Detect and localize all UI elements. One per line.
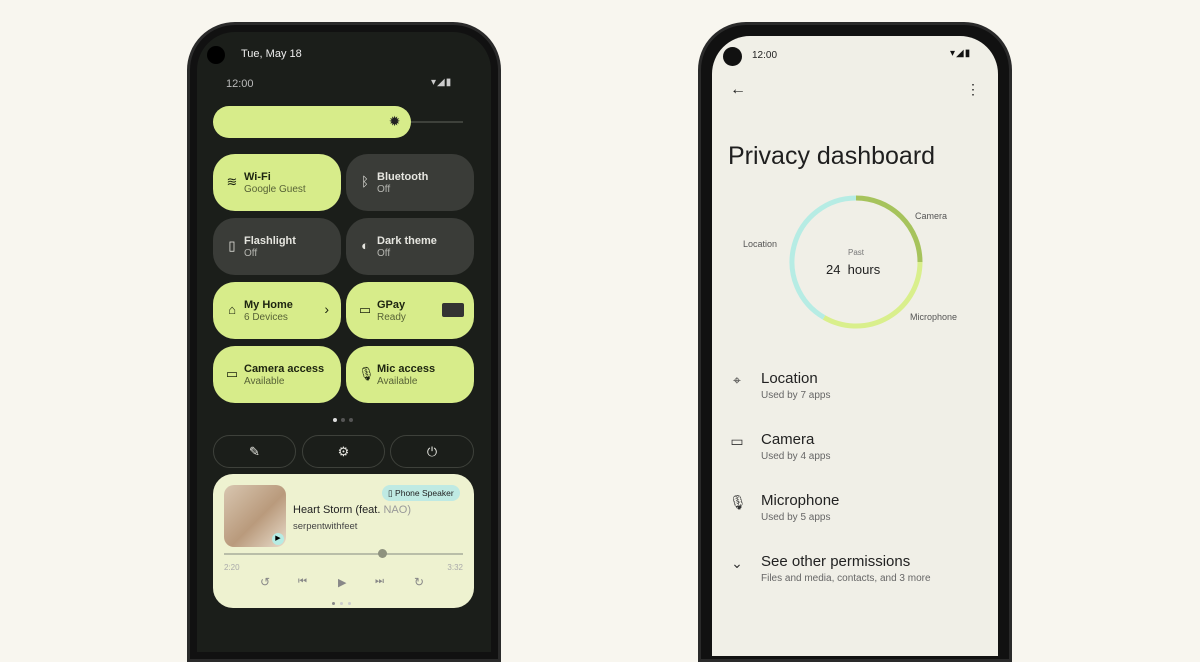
- usage-ring: [789, 195, 923, 329]
- media-page-dot: [348, 602, 351, 605]
- play-store-icon: ▶: [272, 533, 284, 545]
- date: Tue, May 18: [241, 48, 302, 60]
- tile-camera-access[interactable]: ▭ Camera access Available: [213, 346, 341, 403]
- gear-icon: ⚙: [337, 444, 350, 459]
- pencil-icon: ✎: [249, 444, 260, 459]
- quick-settings-screen: Tue, May 18 12:00 ▾◢▮ ✹ ≋ Wi-Fi Google Gue…: [197, 32, 491, 652]
- front-camera: [207, 46, 225, 64]
- bluetooth-icon: ᛒ: [361, 174, 369, 189]
- tile-status: Google Guest: [244, 184, 306, 195]
- item-subtitle: Used by 4 apps: [761, 451, 831, 462]
- ring-label-microphone: Microphone: [910, 312, 958, 322]
- tile-status: Available: [377, 376, 418, 387]
- power-icon: ⏻: [426, 444, 438, 459]
- tile-status: Available: [244, 376, 285, 387]
- camera-icon: ▭: [225, 366, 239, 381]
- tile-status: Off: [377, 184, 391, 195]
- tile-label: Bluetooth: [377, 171, 429, 183]
- wifi-icon: ≋: [226, 174, 238, 189]
- location-pin-icon: ⌖: [733, 372, 741, 388]
- mic-icon: 🎙︎: [729, 494, 747, 510]
- item-title: Location: [761, 370, 818, 387]
- camera-icon: ▭: [730, 433, 744, 449]
- media-page-dot: [332, 602, 335, 605]
- track-title: Heart Storm (feat. NAO): [293, 504, 411, 516]
- card-icon: [442, 303, 464, 317]
- artist: serpentwithfeet: [293, 521, 358, 532]
- seek-bar[interactable]: [224, 553, 463, 555]
- play-icon[interactable]: ▶: [338, 576, 346, 589]
- tile-status: Off: [244, 248, 258, 259]
- mic-icon: 🎙︎: [358, 366, 375, 381]
- ring-segment-location: [789, 195, 857, 320]
- ring-caption: Past: [848, 248, 865, 257]
- status-icons: ▾◢▮: [431, 77, 453, 88]
- status-time: 12:00: [226, 78, 254, 90]
- item-title: See other permissions: [761, 553, 911, 570]
- album-art: ▶: [224, 485, 286, 547]
- privacy-dashboard-screen: 12:00 ▾◢▮ ← ⋮ Privacy dashboard Past 24 …: [712, 36, 998, 656]
- output-device-label: Phone Speaker: [395, 488, 454, 498]
- tile-label: GPay: [377, 299, 406, 311]
- brightness-icon: ✹: [388, 113, 401, 129]
- tile-status: 6 Devices: [244, 312, 288, 323]
- tile-my-home[interactable]: ⌂ My Home 6 Devices ›: [213, 282, 341, 339]
- duration: 3:32: [447, 563, 463, 572]
- ring-segment-camera: [855, 195, 923, 263]
- dark-theme-icon: ◐: [361, 238, 369, 253]
- power-button[interactable]: ⏻: [390, 435, 474, 468]
- tile-gpay[interactable]: ▭ GPay Ready: [346, 282, 474, 339]
- track-title-feat: NAO): [383, 504, 411, 516]
- item-title: Microphone: [761, 492, 840, 509]
- brightness-slider[interactable]: ✹: [213, 106, 411, 138]
- tile-label: Dark theme: [377, 235, 437, 247]
- tile-label: My Home: [244, 299, 293, 311]
- tile-wi-fi[interactable]: ≋ Wi-Fi Google Guest: [213, 154, 341, 211]
- item-subtitle: Used by 5 apps: [761, 512, 831, 523]
- media-page-dot: [340, 602, 343, 605]
- home-icon: ⌂: [228, 302, 236, 317]
- tile-mic-access[interactable]: 🎙︎ Mic access Available: [346, 346, 474, 403]
- edit-button[interactable]: ✎: [213, 435, 296, 468]
- tile-label: Camera access: [244, 363, 325, 375]
- settings-button[interactable]: ⚙: [302, 435, 385, 468]
- ring-period: 24 hours: [826, 262, 881, 277]
- tile-bluetooth[interactable]: ᛒ Bluetooth Off: [346, 154, 474, 211]
- wallet-icon: ▭: [358, 302, 372, 317]
- chevron-down-icon: ⌄: [731, 555, 743, 571]
- seek-thumb[interactable]: [377, 549, 387, 558]
- forward-icon[interactable]: ↻: [414, 575, 424, 589]
- tile-flashlight[interactable]: ▯ Flashlight Off: [213, 218, 341, 275]
- skip-previous-icon[interactable]: ⏮: [298, 576, 307, 587]
- elapsed-time: 2:20: [224, 563, 240, 572]
- skip-next-icon[interactable]: ⏭: [375, 576, 384, 587]
- page-dot[interactable]: [349, 418, 353, 422]
- tile-label: Flashlight: [244, 235, 296, 247]
- item-subtitle: Used by 7 apps: [761, 390, 831, 401]
- page-dot-active[interactable]: [333, 418, 337, 422]
- flashlight-icon: ▯: [228, 238, 236, 253]
- rewind-icon[interactable]: ↺: [260, 575, 270, 589]
- tile-dark-theme[interactable]: ◐ Dark theme Off: [346, 218, 474, 275]
- output-device-chip[interactable]: ▯ Phone Speaker: [382, 485, 460, 501]
- tile-label: Wi-Fi: [244, 171, 271, 183]
- page-dot[interactable]: [341, 418, 345, 422]
- item-subtitle: Files and media, contacts, and 3 more: [761, 573, 931, 584]
- item-title: Camera: [761, 431, 815, 448]
- ring-label-location: Location: [743, 239, 778, 249]
- ring-label-camera: Camera: [915, 211, 948, 221]
- track-title-text: Heart Storm (feat.: [293, 504, 384, 516]
- tile-label: Mic access: [377, 363, 436, 375]
- tile-status: Ready: [377, 312, 406, 323]
- media-player-card[interactable]: ▶ ▯ Phone Speaker Heart Storm (feat. NAO…: [213, 474, 474, 608]
- chevron-right-icon: ›: [324, 301, 329, 317]
- tile-status: Off: [377, 248, 391, 259]
